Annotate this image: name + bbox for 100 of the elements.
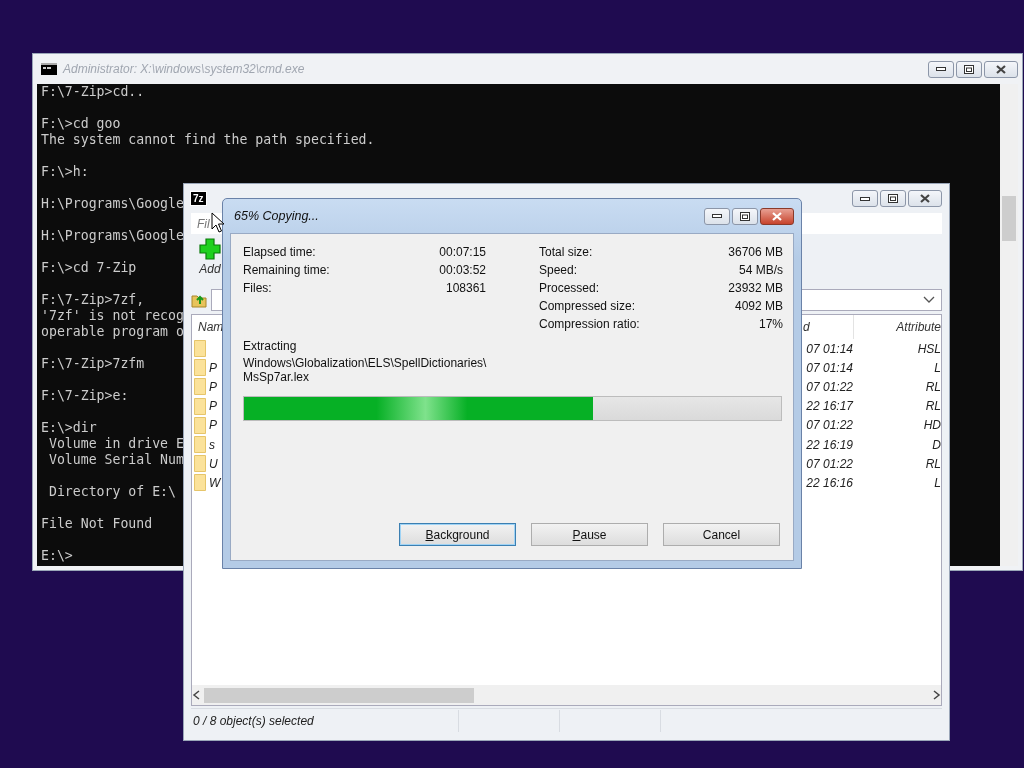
stat-value: 108361	[445, 281, 486, 295]
scrollbar[interactable]	[1000, 84, 1018, 566]
attributes-cell-text: L	[933, 360, 941, 375]
column-header[interactable]: Attribute	[853, 315, 941, 339]
file-name[interactable]: P	[209, 379, 217, 394]
console-line: E:\>dir	[41, 420, 97, 436]
stat-label: Files:	[243, 281, 273, 295]
stat-value: 00:03:52	[439, 263, 486, 277]
folder-icon	[194, 397, 206, 415]
minimize-icon	[712, 214, 722, 218]
column-header[interactable]: d	[803, 320, 853, 334]
scroll-thumb[interactable]	[1002, 196, 1016, 241]
stat-label: Total size:	[539, 245, 594, 259]
stat-value: 54 MB/s	[739, 263, 783, 277]
attributes-cell-text: HSL	[916, 341, 941, 356]
maximize-icon	[740, 211, 750, 221]
attributes-cell-text: RL	[924, 379, 941, 394]
modified-cell-text: 07 01:14	[805, 341, 853, 356]
stat-label: Processed:	[539, 281, 601, 295]
plus-icon	[199, 238, 221, 260]
dialog-title: 65% Copying...	[233, 209, 320, 223]
background-button[interactable]: Background	[399, 523, 516, 546]
console-line: Volume Serial Num	[47, 452, 184, 468]
window-title: Administrator: X:\windows\system32\cmd.exe	[63, 62, 306, 76]
stat-value: 4092 MB	[734, 299, 783, 313]
stat-value: 23932 MB	[728, 281, 783, 295]
close-button[interactable]	[760, 207, 794, 225]
scroll-right-icon[interactable]	[931, 690, 941, 700]
stat-label: Speed:	[539, 263, 579, 277]
console-line: The system cannot find the path specified.	[41, 132, 375, 148]
console-line: F:\>h:	[41, 164, 89, 180]
console-line: Directory of E:\	[47, 484, 176, 500]
stat-label: Remaining time:	[243, 263, 331, 277]
console-line: F:\7-Zip>7zf,	[41, 292, 145, 308]
close-icon	[772, 211, 782, 221]
folder-icon	[194, 340, 206, 358]
attributes-cell-text: L	[933, 475, 941, 490]
stat-value: 36706 MB	[728, 245, 783, 259]
file-path: MsSp7ar.lex	[243, 370, 310, 384]
folder-icon	[194, 455, 206, 473]
maximize-button[interactable]	[956, 60, 982, 78]
status-text: 0 / 8 object(s) selected	[191, 710, 459, 732]
folder-icon	[194, 436, 206, 454]
app-logo: 7z	[191, 192, 206, 205]
modified-cell-text: 22 16:17	[805, 399, 853, 414]
folder-icon	[194, 474, 206, 492]
file-name[interactable]: s	[209, 437, 215, 452]
file-name[interactable]: U	[209, 456, 218, 471]
minimize-button[interactable]	[852, 190, 878, 207]
console-icon	[41, 63, 57, 75]
console-line: '7zf' is not recog	[41, 308, 184, 324]
modified-cell-text: 22 16:19	[805, 437, 853, 452]
attributes-cell-text: RL	[924, 456, 941, 471]
modified-cell-text: 07 01:14	[805, 360, 853, 375]
maximize-icon	[888, 194, 898, 203]
file-name[interactable]: P	[209, 360, 217, 375]
minimize-icon	[936, 67, 946, 71]
minimize-button[interactable]	[928, 60, 954, 78]
modified-cell-text: 07 01:22	[805, 379, 853, 394]
console-line: H:\Programs\Google	[41, 196, 184, 212]
modified-cell-text: 07 01:22	[805, 456, 853, 471]
minimize-button[interactable]	[704, 207, 730, 225]
horizontal-scrollbar[interactable]	[192, 685, 941, 705]
attributes-cell-text: RL	[924, 399, 941, 414]
console-line: F:\>cd 7-Zip	[41, 260, 137, 276]
pause-button[interactable]: Pause	[531, 523, 648, 546]
stat-label: Compression ratio:	[539, 317, 641, 331]
minimize-icon	[860, 196, 870, 201]
attributes-cell-text: HD	[922, 418, 941, 433]
cancel-button[interactable]: Cancel	[663, 523, 780, 546]
close-icon	[996, 64, 1006, 74]
console-line: F:\7-Zip>7zfm	[41, 356, 145, 372]
file-name[interactable]: P	[209, 399, 217, 414]
add-button[interactable]: Add	[199, 238, 221, 276]
stat-value: 00:07:15	[439, 245, 486, 259]
stat-label: Compressed size:	[539, 299, 637, 313]
console-line: operable program o	[41, 324, 184, 340]
scroll-thumb[interactable]	[204, 687, 474, 703]
console-line: E:\>	[41, 548, 73, 564]
stat-label: Elapsed time:	[243, 245, 317, 259]
close-icon	[920, 194, 930, 203]
scroll-left-icon[interactable]	[192, 690, 202, 700]
console-line: F:\7-Zip>cd..	[41, 84, 145, 100]
file-path: Windows\Globalization\ELS\SpellDictionaries\	[243, 356, 487, 370]
console-line: Volume in drive E	[47, 436, 184, 452]
operation-label: Extracting	[243, 338, 297, 353]
menu-item[interactable]: Fil	[197, 216, 210, 231]
stat-value: 17%	[758, 317, 783, 331]
file-name[interactable]: P	[209, 418, 217, 433]
maximize-button[interactable]	[732, 207, 758, 225]
chevron-down-icon	[923, 296, 935, 303]
console-line: File Not Found	[41, 516, 153, 532]
close-button[interactable]	[984, 60, 1018, 78]
console-line: H:\Programs\Google	[41, 228, 184, 244]
folder-icon	[194, 359, 206, 377]
file-name[interactable]: W	[209, 475, 221, 490]
close-button[interactable]	[908, 190, 942, 207]
attributes-cell-text: D	[931, 437, 941, 452]
console-line: F:\7-Zip>e:	[41, 388, 129, 404]
maximize-button[interactable]	[880, 190, 906, 207]
